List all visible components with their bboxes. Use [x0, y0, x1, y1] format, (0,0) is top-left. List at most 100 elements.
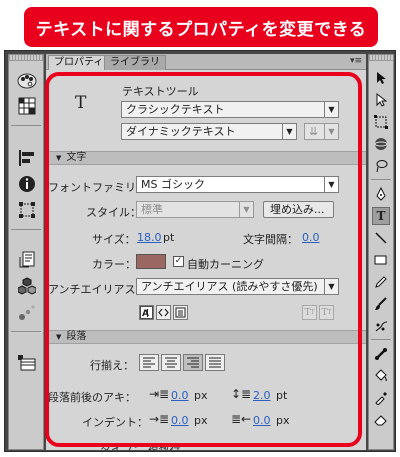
letter-spacing-label: 文字間隔：: [243, 233, 298, 246]
embed-button[interactable]: 埋め込み...: [263, 201, 334, 218]
tools-panel: T: [368, 54, 394, 450]
transform-icon[interactable]: [16, 199, 38, 221]
components-icon[interactable]: [16, 275, 38, 297]
line-tool-icon[interactable]: [372, 229, 390, 247]
paint-bucket-tool-icon[interactable]: [372, 367, 390, 385]
left-bar-divider: [11, 125, 41, 126]
chevron-down-icon: ▼: [324, 102, 338, 117]
collapse-triangle-icon: ▼: [56, 154, 62, 162]
subselection-tool-icon[interactable]: [372, 91, 390, 109]
line-spacing-unit: pt: [276, 389, 288, 402]
text-orientation-select[interactable]: ⇊ ▼: [304, 123, 339, 140]
antialias-value: アンチエイリアス (読みやすさ優先): [141, 280, 318, 293]
auto-kerning-checkbox[interactable]: ✓: [173, 256, 184, 267]
panel-tab-bar: プロパティ ライブラリ ▾≡: [46, 54, 366, 70]
letter-spacing-value[interactable]: 0.0: [302, 231, 320, 244]
right-margin-unit: px: [276, 414, 290, 427]
chevron-down-icon: ▼: [324, 124, 338, 139]
section-character-title: 文字: [66, 152, 87, 163]
subscript-icon[interactable]: TT: [319, 305, 334, 320]
section-character[interactable]: ▼ 文字: [46, 151, 366, 165]
chevron-down-icon: ▼: [324, 177, 338, 192]
eraser-tool-icon[interactable]: [372, 411, 390, 429]
indent-unit: px: [194, 389, 208, 402]
align-justify-button[interactable]: [205, 354, 225, 371]
text-type-select[interactable]: ダイナミックテキスト ▼: [121, 123, 297, 140]
superscript-icon[interactable]: TT: [302, 305, 317, 320]
left-margin-value[interactable]: 0.0: [171, 414, 189, 427]
eyedropper-tool-icon[interactable]: [372, 389, 390, 407]
chevron-down-icon: ▼: [324, 279, 338, 294]
align-panel-icon[interactable]: [16, 147, 38, 169]
rectangle-tool-icon[interactable]: [372, 251, 390, 269]
brush-tool-icon[interactable]: [372, 295, 390, 313]
selection-tool-icon[interactable]: [372, 69, 390, 87]
code-snippets-icon[interactable]: [16, 249, 38, 271]
font-family-select[interactable]: MS ゴシック ▼: [136, 176, 339, 193]
text-type-value: ダイナミックテキスト: [126, 125, 236, 138]
indent-margins-label: インデント：: [82, 416, 148, 429]
tab-properties[interactable]: プロパティ: [48, 55, 110, 70]
panel-menu-icon[interactable]: ▾≡: [350, 56, 362, 66]
tools-panel-grip[interactable]: [369, 55, 393, 61]
text-engine-select[interactable]: クラシックテキスト ▼: [121, 101, 339, 118]
section-paragraph[interactable]: ▼ 段落: [46, 330, 366, 344]
chevron-down-icon: ▼: [239, 202, 253, 217]
text-color-swatch[interactable]: [136, 254, 166, 269]
line-spacing-icon: ↕≣: [231, 387, 252, 401]
size-label: サイズ：: [92, 233, 136, 246]
font-style-select[interactable]: 標準 ▼: [136, 201, 254, 218]
section-paragraph-title: 段落: [66, 331, 87, 342]
html-render-icon[interactable]: [156, 305, 171, 320]
right-margin-icon: ≣←: [231, 412, 252, 426]
indent-icon: ⇥≣: [149, 387, 170, 401]
color-label: カラー：: [92, 258, 136, 271]
tool-name: テキストツール: [122, 85, 199, 98]
antialias-select[interactable]: アンチエイリアス (読みやすさ優先) ▼: [136, 278, 339, 295]
text-border-icon[interactable]: [173, 305, 188, 320]
left-bar-divider: [11, 331, 41, 332]
paragraph-spacing-label: 段落前後のアキ：: [48, 391, 136, 404]
left-margin-unit: px: [194, 414, 208, 427]
pen-tool-icon[interactable]: [372, 185, 390, 203]
selectable-text-icon[interactable]: A: [139, 305, 154, 320]
left-panel-bar: [8, 54, 44, 450]
left-bar-divider: [11, 229, 41, 230]
text-tool-icon: T: [75, 93, 87, 113]
left-bar-grip[interactable]: [9, 55, 43, 61]
motion-presets-icon[interactable]: [16, 301, 38, 323]
auto-kerning-label: 自動カーニング: [187, 258, 264, 271]
deco-tool-icon[interactable]: [372, 317, 390, 335]
3d-rotation-tool-icon[interactable]: [372, 135, 390, 153]
font-size-value[interactable]: 18.0: [137, 231, 162, 244]
tab-library[interactable]: ライブラリ: [104, 55, 166, 70]
swatches-grid-icon[interactable]: [16, 95, 38, 117]
text-tool-icon[interactable]: T: [372, 207, 390, 225]
free-transform-tool-icon[interactable]: [372, 113, 390, 131]
font-size-unit: pt: [163, 231, 175, 244]
align-label: 行揃え：: [90, 359, 134, 372]
align-left-button[interactable]: [139, 354, 159, 371]
lasso-tool-icon[interactable]: [372, 157, 390, 175]
right-margin-value[interactable]: 0.0: [253, 414, 271, 427]
indent-value[interactable]: 0.0: [171, 389, 189, 402]
pencil-tool-icon[interactable]: [372, 273, 390, 291]
font-style-value: 標準: [141, 203, 163, 216]
tools-divider: [371, 339, 391, 340]
font-family-value: MS ゴシック: [141, 178, 205, 191]
line-spacing-value[interactable]: 2.0: [253, 389, 271, 402]
align-right-button[interactable]: [183, 354, 203, 371]
tools-divider: [371, 179, 391, 180]
align-center-button[interactable]: [161, 354, 181, 371]
chevron-down-icon: ▼: [282, 124, 296, 139]
left-margin-icon: →≣: [149, 412, 170, 426]
style-label: スタイル：: [86, 206, 141, 219]
text-orientation-icon: ⇊: [309, 125, 319, 138]
color-palette-icon[interactable]: [16, 69, 38, 91]
title-banner: テキストに関するプロパティを変更できる: [24, 7, 378, 47]
collapse-triangle-icon: ▼: [56, 333, 62, 341]
info-icon[interactable]: [16, 173, 38, 195]
library-panel-icon[interactable]: [16, 351, 38, 373]
bone-tool-icon[interactable]: [372, 345, 390, 363]
behavior-label-partial: タイプ： 複数行: [100, 443, 181, 450]
